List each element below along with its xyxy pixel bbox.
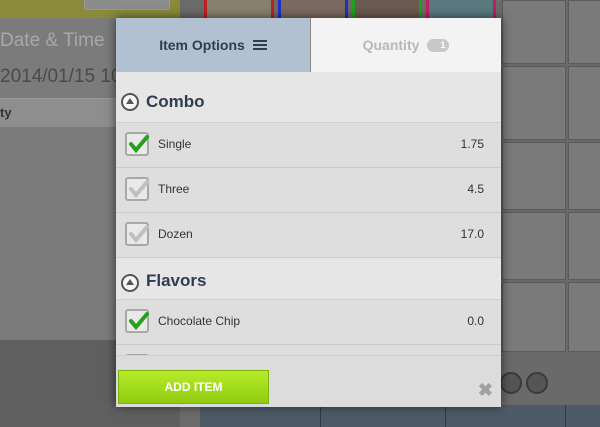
option-name: Single <box>158 137 192 151</box>
quantity-badge: 1 <box>427 38 450 52</box>
background-grid <box>500 0 600 427</box>
option-row[interactable]: Dozen 17.0 <box>116 213 501 258</box>
section-flavors: Flavors <box>116 258 501 300</box>
add-item-button[interactable]: ADD ITEM <box>118 370 269 404</box>
collapse-icon[interactable] <box>121 93 139 111</box>
checkmark-icon <box>129 312 149 331</box>
menu-icon <box>252 38 267 52</box>
option-row[interactable]: Single 1.75 <box>116 123 501 168</box>
grid-cell[interactable] <box>568 142 600 210</box>
options-list[interactable]: Combo Single 1.75 Three 4.5 Dozen 17.0 F… <box>116 72 501 355</box>
product-icons <box>200 0 500 24</box>
option-name: Three <box>158 182 190 196</box>
dialog-footer: ADD ITEM ✖ <box>116 355 501 407</box>
option-row[interactable]: Three 4.5 <box>116 168 501 213</box>
option-price: 1.75 <box>460 137 484 151</box>
grid-cell[interactable] <box>502 142 566 210</box>
tab-item-options[interactable]: Item Options <box>116 18 310 72</box>
checkbox-checked[interactable] <box>125 132 149 156</box>
date-time-label: Date & Time <box>0 30 105 51</box>
item-options-dialog: Item Options Quantity 1 Combo Single 1.7… <box>116 18 501 407</box>
tab-quantity-label: Quantity <box>362 37 420 53</box>
grid-cell[interactable] <box>568 282 600 352</box>
checkbox-unchecked[interactable] <box>125 177 149 201</box>
top-button[interactable] <box>84 0 170 10</box>
grid-cell[interactable] <box>568 66 600 140</box>
bottom-strip <box>200 405 600 427</box>
column-header-label: ty <box>0 105 12 120</box>
checkmark-icon <box>129 135 149 154</box>
option-price: 4.5 <box>467 182 484 196</box>
grid-cell[interactable] <box>502 0 566 64</box>
radio-icon[interactable] <box>500 372 522 394</box>
grid-cell[interactable] <box>502 282 566 352</box>
option-name: Dozen <box>158 227 193 241</box>
grid-cell[interactable] <box>568 212 600 280</box>
close-icon[interactable]: ✖ <box>478 380 493 401</box>
option-price: 0.0 <box>467 314 484 328</box>
section-combo: Combo <box>116 72 501 123</box>
grid-cell[interactable] <box>568 0 600 64</box>
option-price: 17.0 <box>460 227 484 241</box>
section-title: Combo <box>146 92 205 111</box>
option-row[interactable]: Chocolate Chip 0.0 <box>116 300 501 345</box>
divider <box>565 405 566 427</box>
dialog-tabs: Item Options Quantity 1 <box>116 18 501 72</box>
radio-icon[interactable] <box>526 372 548 394</box>
option-row[interactable] <box>116 345 501 355</box>
divider <box>320 405 321 427</box>
option-name: Chocolate Chip <box>158 314 241 328</box>
tab-item-options-label: Item Options <box>159 37 245 53</box>
checkbox-unchecked[interactable] <box>125 222 149 246</box>
collapse-icon[interactable] <box>121 274 139 292</box>
grid-cell[interactable] <box>502 212 566 280</box>
checkbox-checked[interactable] <box>125 309 149 333</box>
section-title: Flavors <box>146 271 207 290</box>
checkmark-icon <box>129 225 149 244</box>
divider <box>445 405 446 427</box>
checkmark-icon <box>129 180 149 199</box>
tab-quantity[interactable]: Quantity 1 <box>310 18 501 72</box>
grid-cell[interactable] <box>502 66 566 140</box>
